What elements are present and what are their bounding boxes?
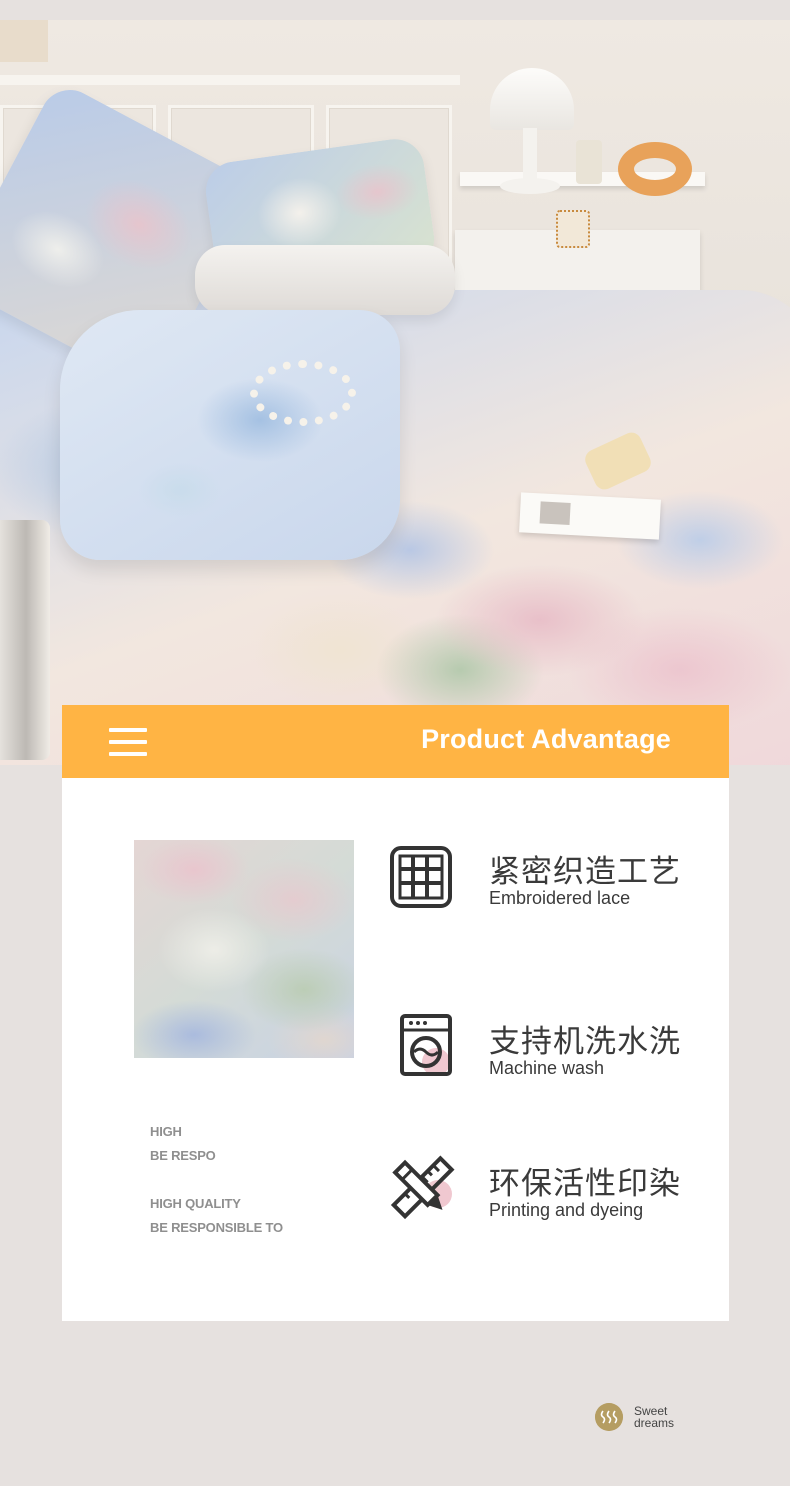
hero-photo <box>0 20 790 765</box>
ring-sculpture <box>618 142 692 196</box>
section-header: Product Advantage <box>62 705 729 778</box>
hamburger-menu-icon[interactable] <box>109 728 147 756</box>
feature-title-cn: 支持机洗水洗 <box>489 1024 681 1059</box>
washing-machine-icon <box>400 1014 452 1076</box>
feature-title-en: Printing and dyeing <box>489 1200 644 1220</box>
feature-title-en: Embroidered lace <box>489 888 631 908</box>
brand-line-2: dreams <box>634 1416 675 1430</box>
feature-title-en: Machine wash <box>489 1058 605 1078</box>
book <box>519 492 661 540</box>
brand-logo-icon <box>595 1403 623 1431</box>
white-pillow <box>195 245 455 315</box>
pearl-bag <box>250 360 356 426</box>
lamp-base <box>500 178 560 194</box>
pencil-ruler-icon <box>390 1155 455 1220</box>
section-title: Product Advantage <box>421 724 671 754</box>
advantage-card: HIGH BE RESPO HIGH QUALITY BE RESPONSIBL… <box>62 778 729 1321</box>
wall-molding <box>0 75 460 85</box>
decorative-text: BE RESPO <box>150 1148 216 1163</box>
feature-title-cn: 紧密织造工艺 <box>489 854 681 889</box>
wall-frame <box>0 20 48 62</box>
brand-logo-text: Sweet dreams <box>634 1405 674 1429</box>
tumbler <box>576 140 602 184</box>
decorative-text: BE RESPONSIBLE TO <box>150 1220 283 1235</box>
decorative-text: HIGH QUALITY <box>150 1196 241 1211</box>
fabric-swatch <box>134 840 354 1058</box>
grid-weave-icon <box>390 846 452 908</box>
feature-title-cn: 环保活性印染 <box>489 1166 681 1201</box>
decorative-text: HIGH <box>150 1124 182 1139</box>
lamp <box>490 68 574 130</box>
dotted-mug <box>556 210 590 248</box>
duvet-fold <box>60 310 400 560</box>
stool <box>0 520 50 760</box>
